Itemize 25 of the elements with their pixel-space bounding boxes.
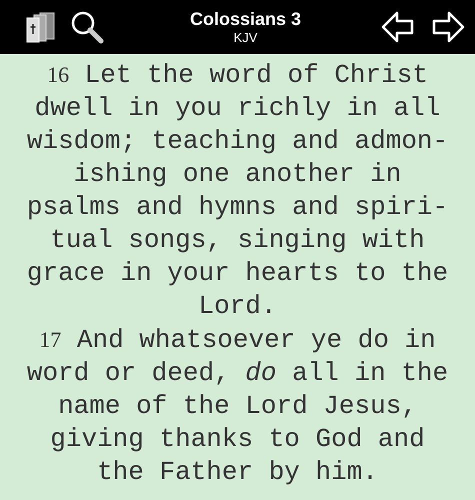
verse-line: name of the Lord Jesus, — [58, 391, 417, 421]
left-arrow-icon — [380, 11, 415, 43]
verse-line: giving thanks to God and — [50, 424, 425, 454]
verse-line: tual songs, singing with — [50, 225, 425, 255]
search-icon — [70, 10, 104, 44]
next-chapter-button[interactable] — [430, 11, 465, 43]
verse-line: And whatsoever ye do in — [76, 325, 436, 355]
verse-line: Lord. — [198, 291, 276, 321]
books-icon — [26, 11, 56, 43]
chapter-title: Colossians 3 — [190, 9, 302, 30]
verse-line: wisdom; teaching and admon- — [26, 126, 448, 156]
previous-chapter-button[interactable] — [380, 11, 415, 43]
verse-line: the Father by him. — [97, 457, 378, 487]
bible-books-button[interactable] — [26, 11, 56, 43]
verse-number: 17 — [39, 327, 62, 352]
verse-line: word or deed, do all in the — [26, 358, 448, 388]
search-button[interactable] — [70, 10, 104, 44]
verse-line: grace in your hearts to the — [26, 258, 448, 288]
verse-line: psalms and hymns and spiri- — [26, 192, 448, 222]
right-arrow-icon — [430, 11, 465, 43]
version-label: KJV — [234, 30, 258, 45]
verse-line: ishing one another in — [74, 159, 402, 189]
verse-line: Let the word of Christ — [84, 60, 428, 90]
verse-line: dwell in you richly in all — [34, 93, 440, 123]
verse-number: 16 — [47, 62, 70, 87]
